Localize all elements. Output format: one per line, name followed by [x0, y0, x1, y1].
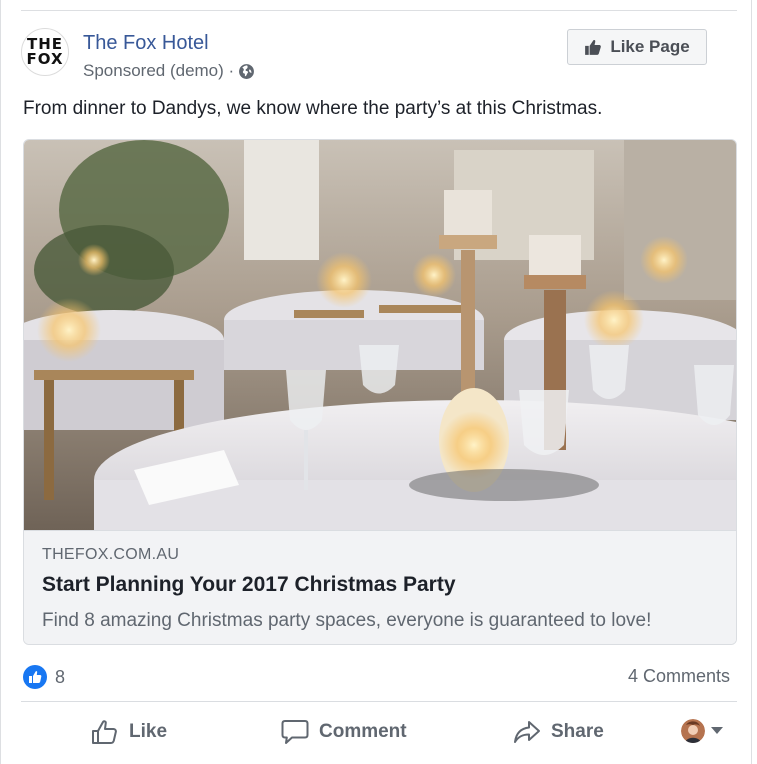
page-name-link[interactable]: The Fox Hotel	[83, 32, 209, 55]
link-domain: THEFOX.COM.AU	[42, 546, 180, 563]
thumbs-up-icon	[585, 39, 602, 55]
top-divider	[21, 10, 737, 11]
globe-icon[interactable]	[238, 63, 255, 80]
like-reaction-icon	[23, 665, 47, 689]
avatar-text-line2: FOX	[26, 50, 64, 68]
share-arrow-icon	[514, 721, 540, 743]
link-description: Find 8 amazing Christmas party spaces, e…	[42, 610, 652, 631]
link-headline[interactable]: Start Planning Your 2017 Christmas Party	[42, 573, 456, 597]
post-as-selector[interactable]	[681, 719, 723, 743]
link-meta: THEFOX.COM.AU Start Planning Your 2017 C…	[24, 530, 736, 644]
thumbs-up-icon	[92, 720, 117, 744]
speech-bubble-icon	[281, 720, 309, 744]
like-page-button[interactable]: Like Page	[567, 29, 707, 65]
actions-divider	[21, 701, 737, 702]
reaction-summary[interactable]: 8	[23, 665, 65, 689]
sponsored-label: Sponsored (demo) ·	[83, 61, 235, 80]
like-count: 8	[55, 666, 66, 687]
like-page-label: Like Page	[610, 37, 690, 56]
link-preview[interactable]: THEFOX.COM.AU Start Planning Your 2017 C…	[23, 139, 737, 645]
post-message: From dinner to Dandys, we know where the…	[23, 98, 603, 119]
caret-down-icon	[711, 727, 723, 734]
share-button[interactable]: Share	[513, 716, 604, 748]
like-button[interactable]: Like	[91, 716, 167, 748]
comment-label: Comment	[319, 721, 407, 742]
share-label: Share	[551, 721, 604, 742]
ad-post-card: THE FOX The Fox Hotel Sponsored (demo) ·…	[0, 0, 752, 764]
page-avatar[interactable]: THE FOX	[21, 28, 69, 76]
user-avatar	[681, 719, 705, 743]
like-label: Like	[129, 721, 168, 742]
comments-count-link[interactable]: 4 Comments	[628, 666, 730, 687]
event-room-photo	[24, 140, 736, 530]
comment-button[interactable]: Comment	[281, 716, 407, 748]
post-meta: Sponsored (demo) ·	[83, 61, 255, 81]
